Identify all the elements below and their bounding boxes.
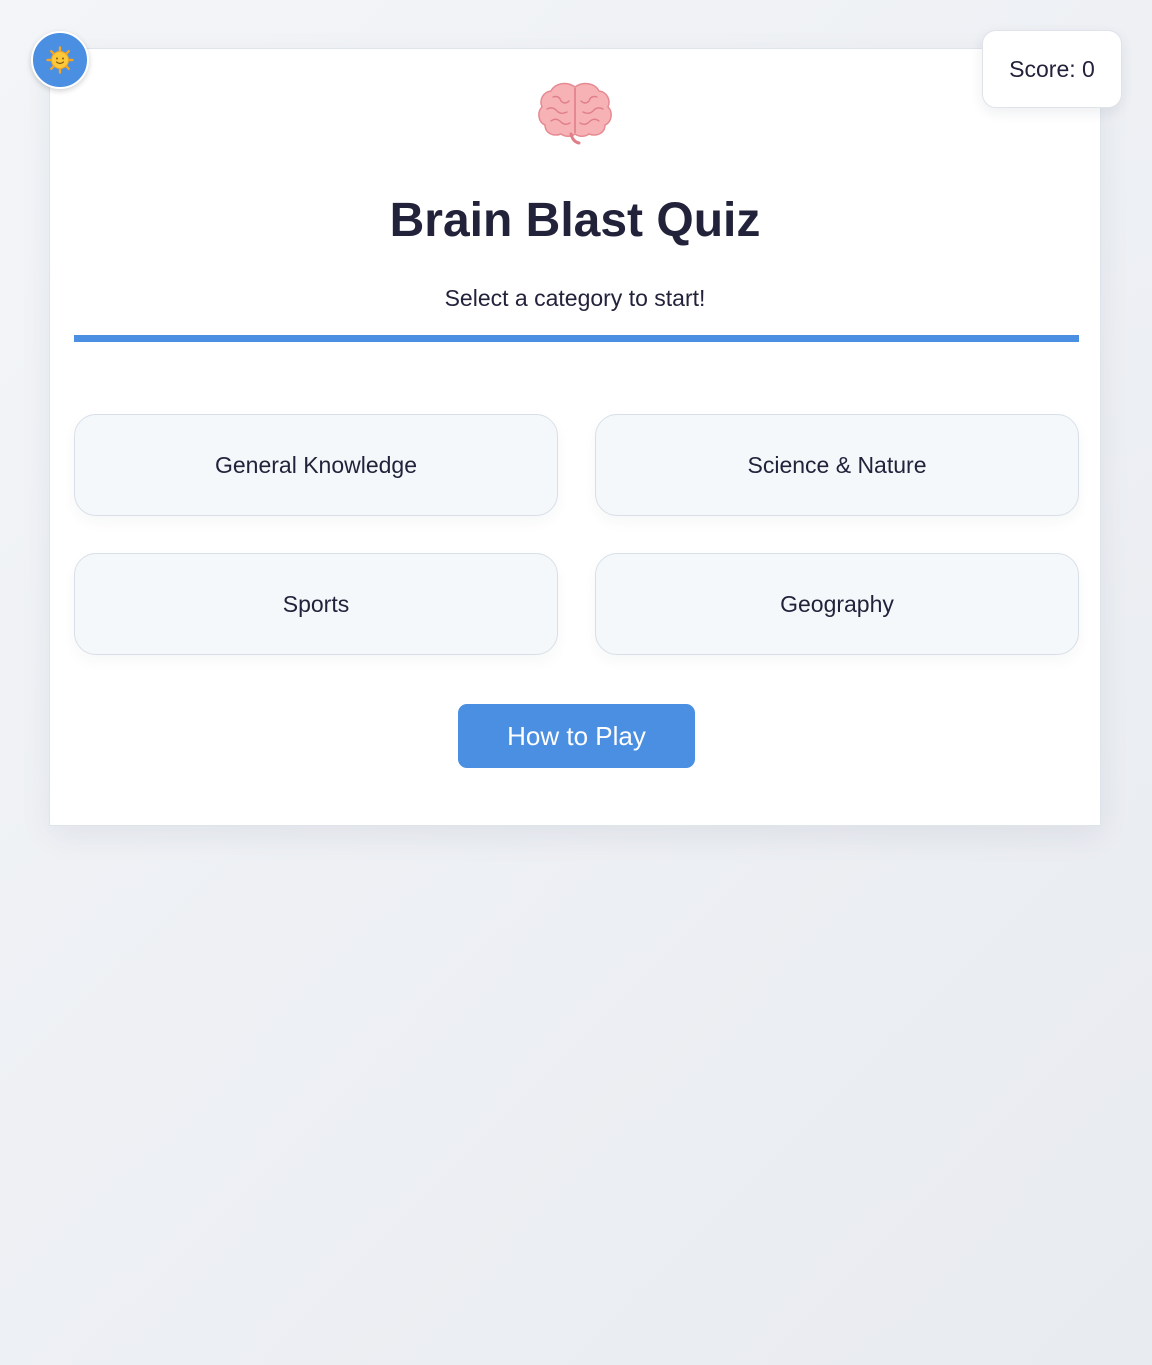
quiz-card: Brain Blast Quiz Select a category to st… <box>49 48 1101 826</box>
score-label: Score: 0 <box>1009 55 1095 82</box>
category-label: Geography <box>780 590 894 617</box>
progress-fill <box>74 335 1079 342</box>
category-label: Sports <box>282 590 350 617</box>
page-title: Brain Blast Quiz <box>389 194 761 247</box>
category-label: Science & Nature <box>747 451 927 478</box>
category-general-knowledge-button[interactable]: General Knowledge <box>74 414 558 516</box>
category-geography-button[interactable]: Geography <box>595 553 1079 655</box>
sun-face-icon <box>46 46 74 74</box>
page-subtitle: Select a category to start! <box>444 285 706 311</box>
category-sports-button[interactable]: Sports <box>74 553 558 655</box>
category-science-nature-button[interactable]: Science & Nature <box>595 414 1079 516</box>
score-display: Score: 0 <box>982 30 1122 108</box>
category-grid: General Knowledge Science & Nature Sport… <box>74 414 1079 655</box>
how-to-play-label: How to Play <box>507 720 646 751</box>
theme-toggle-button[interactable] <box>31 31 89 89</box>
category-label: General Knowledge <box>214 451 418 478</box>
how-to-play-button[interactable]: How to Play <box>458 704 695 768</box>
brain-icon <box>538 82 612 145</box>
progress-bar <box>74 335 1079 342</box>
